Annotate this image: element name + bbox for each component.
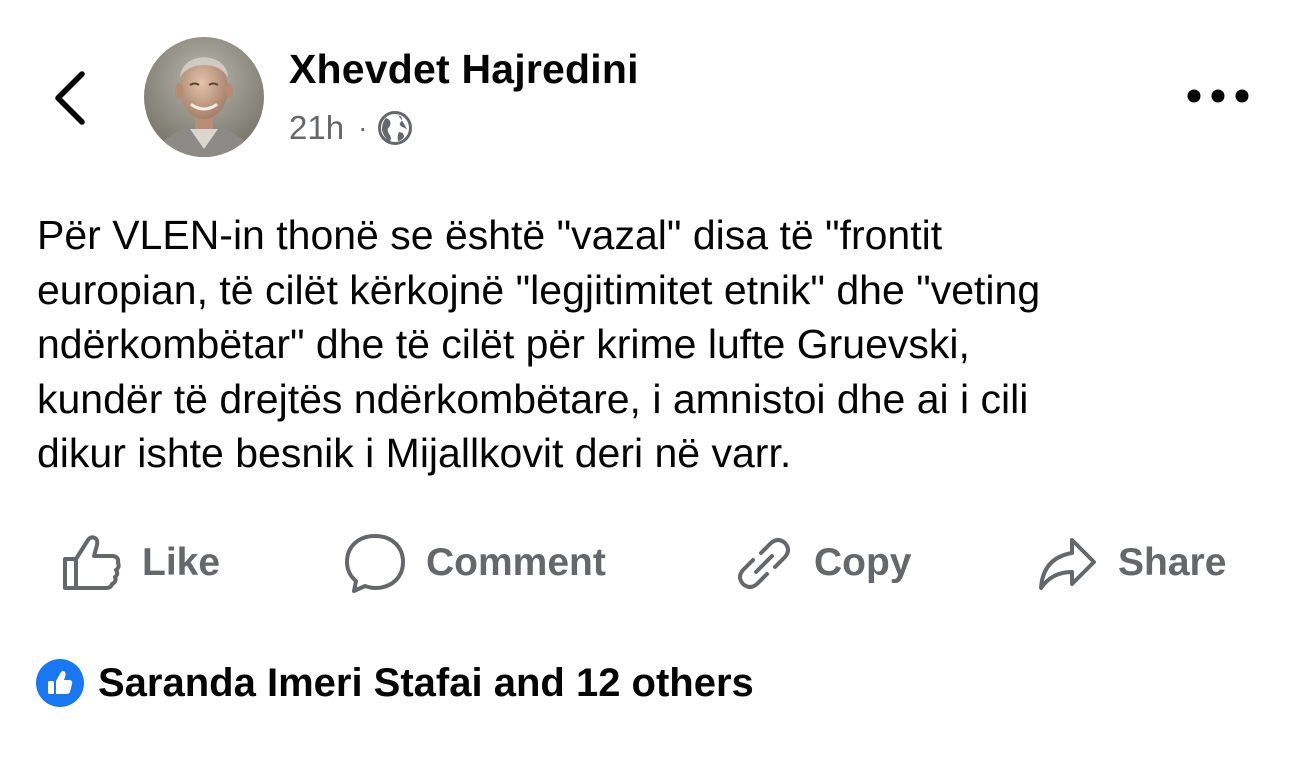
share-button[interactable]: Share [1036,528,1226,598]
chevron-left-icon [55,71,85,125]
comment-bubble-icon [345,534,405,593]
post-text-line: dikur ishte besnik i Mijallkovit deri në… [37,430,792,476]
author-name[interactable]: Xhevdet Hajredini [289,46,639,93]
share-arrow-icon [1039,538,1096,590]
comment-button[interactable]: Comment [344,528,606,598]
copy-label: Copy [814,541,912,584]
like-reaction-icon [36,659,84,707]
meta-separator: · [358,112,368,143]
post-text-line: kundër të drejtës ndërkombëtare, i amnis… [37,375,1029,422]
copy-button[interactable]: Copy [734,528,912,598]
link-icon [738,538,790,589]
reactions-summary[interactable]: Saranda Imeri Stafai and 12 others [36,657,754,709]
profile-photo [144,37,264,157]
avatar[interactable] [144,37,264,157]
post-text: Për VLEN-in thonë se është "vazal" disa … [37,208,1267,481]
back-button[interactable] [44,62,100,132]
comment-label: Comment [426,541,606,584]
post-text-line: ndërkombëtar" dhe të cilët për krime luf… [37,321,970,367]
post-text-line: Për VLEN-in thonë se është "vazal" disa … [37,212,943,258]
like-button[interactable]: Like [60,528,220,598]
more-options-button[interactable] [1180,76,1256,116]
more-horizontal-icon [1187,89,1249,103]
like-label: Like [142,541,221,584]
post-timestamp[interactable]: 21h [289,109,344,147]
reactions-summary-text: Saranda Imeri Stafai and 12 others [98,660,754,705]
post-text-line: europian, të cilët kërkojnë "legjitimite… [37,266,1041,313]
globe-icon [377,110,413,146]
post-meta: 21h · [289,108,413,148]
thumbs-up-icon [63,535,121,590]
share-label: Share [1118,541,1227,584]
